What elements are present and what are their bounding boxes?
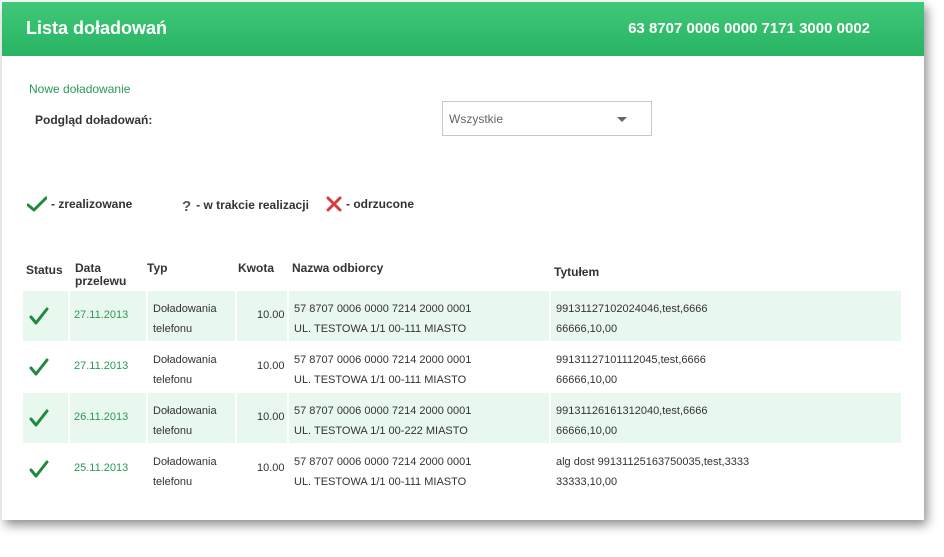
row-title-line1: 99131127102024046,test,6666: [556, 303, 708, 315]
row-recipient-line2: UL. TESTOWA 1/1 00-222 MIASTO: [294, 425, 468, 437]
checkmark-icon: [29, 358, 49, 376]
row-title-line2: 66666,10,00: [556, 323, 618, 335]
row-title-line2: 66666,10,00: [556, 425, 618, 437]
row-recipient: 57 8707 0006 0000 7214 2000 0001 UL. TES…: [294, 350, 471, 390]
header-status: Status: [26, 263, 63, 277]
table-row[interactable]: 25.11.2013 Doładowania telefonu 10.00 57…: [23, 444, 901, 494]
row-title: 99131127101112045,test,6666 66666,10,00: [556, 350, 706, 390]
row-recipient-line2: UL. TESTOWA 1/1 00-111 MIASTO: [294, 476, 467, 488]
checkmark-icon: [29, 460, 49, 478]
checkmark-icon: [29, 307, 49, 325]
table-row[interactable]: 27.11.2013 Doładowania telefonu 10.00 57…: [23, 291, 901, 341]
legend-pending: ? - w trakcie realizacji: [182, 196, 309, 216]
legend-done: - zrealizowane: [27, 196, 132, 212]
row-recipient-line1: 57 8707 0006 0000 7214 2000 0001: [294, 303, 472, 315]
row-title: alg dost 99131125163750035,test,3333 333…: [556, 452, 749, 492]
row-amount: 10.00: [257, 411, 285, 423]
legend-pending-label: - w trakcie realizacji: [196, 197, 309, 212]
header-recipient: Nazwa odbiorcy: [292, 261, 384, 275]
header-title: Tytułem: [554, 265, 600, 279]
row-amount: 10.00: [257, 309, 285, 321]
row-type: Doładowania telefonu: [153, 299, 217, 339]
row-date: 27.11.2013: [74, 360, 129, 372]
row-title-line1: 99131126161312040,test,6666: [556, 405, 708, 417]
row-type: Doładowania telefonu: [153, 350, 217, 390]
window-frame: Lista doładowań 63 8707 0006 0000 7171 3…: [2, 2, 924, 520]
filter-label: Podgląd doładowań:: [35, 113, 153, 127]
question-icon: ?: [182, 198, 192, 215]
row-recipient-line1: 57 8707 0006 0000 7214 2000 0001: [294, 405, 472, 417]
chevron-down-icon: [617, 117, 627, 122]
header-date-line2: przelewu: [75, 274, 127, 288]
row-type-line2: telefonu: [153, 476, 193, 488]
row-recipient-line1: 57 8707 0006 0000 7214 2000 0001: [294, 456, 472, 468]
legend-rejected: - odrzucone: [326, 196, 414, 212]
legend-rejected-label: - odrzucone: [346, 197, 414, 211]
row-type-line2: telefonu: [153, 374, 193, 386]
page-title: Lista doładowań: [26, 18, 168, 38]
header-type: Typ: [147, 261, 168, 275]
row-type-line2: telefonu: [153, 425, 193, 437]
header-date: Data przelewu: [75, 262, 126, 288]
row-type-line2: telefonu: [153, 323, 193, 335]
filter-select[interactable]: Wszystkie: [442, 101, 652, 136]
row-amount: 10.00: [257, 462, 285, 474]
row-type: Doładowania telefonu: [153, 452, 217, 492]
row-date: 27.11.2013: [74, 309, 129, 321]
reject-x-icon: [326, 196, 342, 212]
page-header: Lista doładowań 63 8707 0006 0000 7171 3…: [2, 2, 924, 56]
row-type-line1: Doładowania: [153, 456, 217, 468]
checkmark-icon: [27, 196, 47, 212]
row-recipient: 57 8707 0006 0000 7214 2000 0001 UL. TES…: [294, 401, 471, 441]
filter-select-value: Wszystkie: [449, 112, 503, 126]
row-amount: 10.00: [257, 360, 285, 372]
row-title-line1: alg dost 99131125163750035,test,3333: [556, 456, 750, 468]
new-topup-link[interactable]: Nowe doładowanie: [29, 82, 130, 96]
row-type-line1: Doładowania: [153, 405, 217, 417]
row-date: 26.11.2013: [74, 411, 129, 423]
account-number: 63 8707 0006 0000 7171 3000 0002: [628, 20, 870, 37]
row-recipient-line1: 57 8707 0006 0000 7214 2000 0001: [294, 354, 472, 366]
table-row[interactable]: 27.11.2013 Doładowania telefonu 10.00 57…: [23, 342, 901, 392]
row-title-line1: 99131127101112045,test,6666: [556, 354, 706, 366]
row-title-line2: 33333,10,00: [556, 476, 618, 488]
row-type-line1: Doładowania: [153, 354, 217, 366]
row-title: 99131127102024046,test,6666 66666,10,00: [556, 299, 708, 339]
row-date: 25.11.2013: [74, 462, 129, 474]
row-recipient: 57 8707 0006 0000 7214 2000 0001 UL. TES…: [294, 299, 471, 339]
row-title: 99131126161312040,test,6666 66666,10,00: [556, 401, 708, 441]
legend-done-label: - zrealizowane: [51, 197, 133, 211]
row-type: Doładowania telefonu: [153, 401, 217, 441]
row-recipient-line2: UL. TESTOWA 1/1 00-111 MIASTO: [294, 374, 467, 386]
row-title-line2: 66666,10,00: [556, 374, 618, 386]
row-recipient-line2: UL. TESTOWA 1/1 00-111 MIASTO: [294, 323, 467, 335]
row-type-line1: Doładowania: [153, 303, 217, 315]
row-recipient: 57 8707 0006 0000 7214 2000 0001 UL. TES…: [294, 452, 471, 492]
checkmark-icon: [29, 409, 49, 427]
header-amount: Kwota: [238, 261, 274, 275]
table-row[interactable]: 26.11.2013 Doładowania telefonu 10.00 57…: [23, 393, 901, 443]
